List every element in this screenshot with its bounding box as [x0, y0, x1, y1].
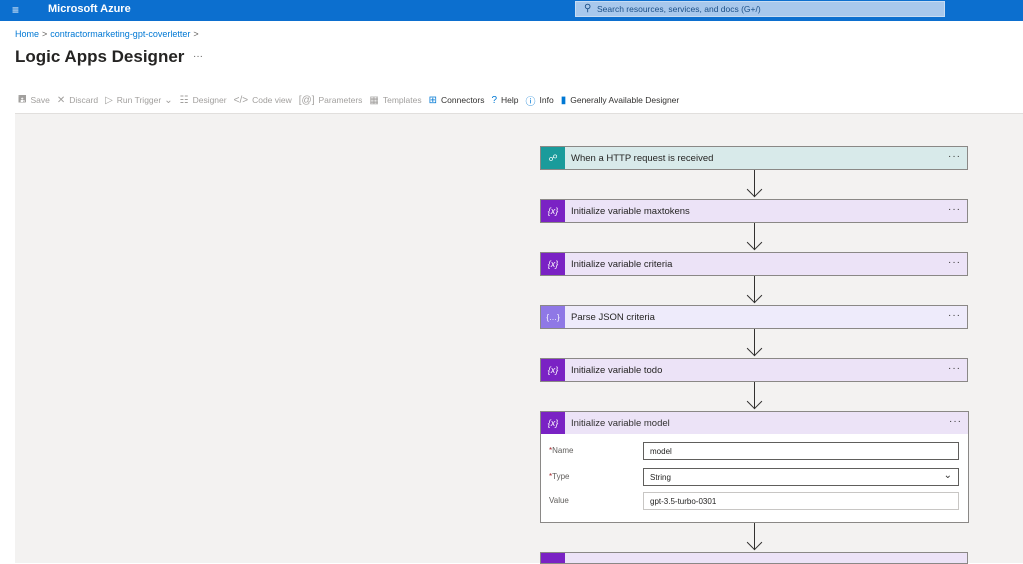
variable-icon: {x}: [541, 412, 565, 434]
menu-icon[interactable]: ≡: [12, 3, 19, 17]
name-label: *Name: [549, 446, 574, 455]
step-init-model[interactable]: {x} Initialize variable model ··· *Name …: [540, 411, 969, 523]
step-label: Initialize variable model: [571, 417, 670, 429]
variable-icon: [541, 553, 565, 563]
step-more-button[interactable]: ···: [948, 363, 961, 374]
designer-icon: ☷: [179, 94, 189, 106]
http-trigger-icon: ☍: [541, 147, 565, 169]
step-parse-json[interactable]: {…} Parse JSON criteria ···: [540, 305, 968, 329]
breadcrumb-home[interactable]: Home: [15, 29, 39, 39]
step-init-criteria[interactable]: {x} Initialize variable criteria ···: [540, 252, 968, 276]
chevron-down-icon: ⌄: [943, 470, 952, 481]
step-init-maxtokens[interactable]: {x} Initialize variable maxtokens ···: [540, 199, 968, 223]
close-icon: ✕: [56, 94, 66, 106]
help-icon: ?: [491, 94, 498, 106]
search-input[interactable]: ⚲ Search resources, services, and docs (…: [575, 1, 945, 17]
step-label: Initialize variable criteria: [571, 258, 673, 270]
designer-button[interactable]: ☷ Designer: [180, 95, 227, 106]
step-partial-next[interactable]: [540, 552, 968, 564]
step-label: When a HTTP request is received: [571, 152, 714, 164]
step-label: Initialize variable todo: [571, 364, 663, 376]
templates-icon: ▦: [369, 94, 379, 106]
type-select[interactable]: String ⌄: [643, 468, 959, 486]
step-init-todo[interactable]: {x} Initialize variable todo ···: [540, 358, 968, 382]
step-header[interactable]: {x} Initialize variable model ···: [541, 412, 968, 434]
code-icon: </>: [233, 94, 249, 106]
step-more-button[interactable]: ···: [948, 257, 961, 268]
play-icon: ▷: [105, 94, 113, 106]
variable-icon: {x}: [541, 200, 565, 222]
step-more-button[interactable]: ···: [948, 310, 961, 321]
step-more-button[interactable]: ···: [949, 416, 962, 427]
templates-button[interactable]: ▦ Templates: [369, 95, 421, 106]
connectors-button[interactable]: ⊞ Connectors: [429, 95, 485, 106]
brand-title[interactable]: Microsoft Azure: [48, 3, 131, 15]
connectors-icon: ⊞: [428, 94, 438, 106]
chevron-right-icon: >: [193, 29, 199, 39]
step-more-button[interactable]: ···: [948, 204, 961, 215]
variable-icon: {x}: [541, 253, 565, 275]
step-label: Parse JSON criteria: [571, 311, 655, 323]
variable-icon: {x}: [541, 359, 565, 381]
breadcrumb-resource[interactable]: contractormarketing-gpt-coverletter: [50, 29, 190, 39]
search-placeholder: Search resources, services, and docs (G+…: [597, 4, 761, 14]
breadcrumb: Home > contractormarketing-gpt-coverletter…: [15, 29, 202, 39]
save-button[interactable]: 🖪 Save: [18, 92, 50, 109]
discard-button[interactable]: ✕ Discard: [57, 95, 98, 106]
search-icon: ⚲: [584, 3, 592, 14]
name-field[interactable]: model: [643, 442, 959, 460]
step-more-button[interactable]: ···: [948, 151, 961, 162]
step-http-trigger[interactable]: ☍ When a HTTP request is received ···: [540, 146, 968, 170]
info-button[interactable]: ⓘ Info: [526, 93, 554, 108]
parameters-button[interactable]: [@] Parameters: [299, 95, 363, 106]
chevron-down-icon: ⌄: [164, 94, 173, 106]
chevron-right-icon: >: [42, 29, 48, 39]
type-label: *Type: [549, 472, 570, 481]
info-icon: ⓘ: [525, 96, 536, 108]
help-button[interactable]: ? Help: [491, 95, 518, 106]
code-view-button[interactable]: </> Code view: [234, 95, 292, 106]
parse-json-icon: {…}: [541, 306, 565, 328]
more-options-button[interactable]: ···: [193, 51, 203, 62]
save-icon: 🖪: [18, 93, 27, 105]
step-label: Initialize variable maxtokens: [571, 205, 690, 217]
top-bar: ≡ Microsoft Azure ⚲ Search resources, se…: [0, 0, 1023, 21]
parameters-icon: [@]: [298, 94, 315, 106]
page-title: Logic Apps Designer: [15, 47, 185, 66]
designer-toolbar: 🖪 Save ✕ Discard ▷ Run Trigger ⌄ ☷ Desig…: [18, 92, 686, 109]
run-trigger-button[interactable]: ▷ Run Trigger ⌄: [105, 95, 173, 106]
bookmark-icon: ▮: [560, 94, 567, 106]
ga-designer-button[interactable]: ▮ Generally Available Designer: [561, 95, 680, 106]
value-label: Value: [549, 496, 569, 505]
value-field[interactable]: gpt-3.5-turbo-0301: [643, 492, 959, 510]
